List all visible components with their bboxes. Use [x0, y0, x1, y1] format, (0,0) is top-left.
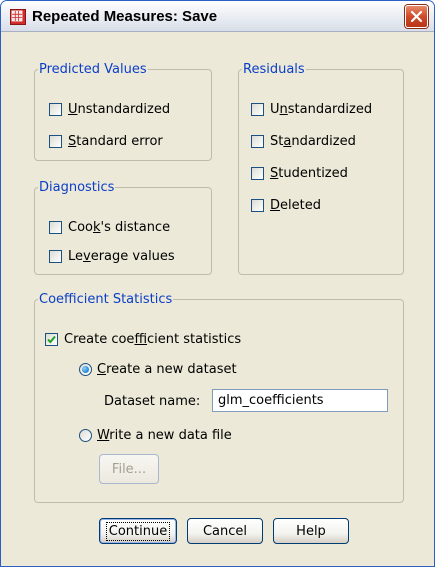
file-button[interactable]: File... — [99, 454, 159, 484]
close-icon — [410, 10, 423, 23]
residual-studentized-checkbox[interactable]: Studentized — [251, 163, 348, 183]
checkbox-box[interactable] — [49, 134, 62, 148]
predicted-unstandardized-label: Unstandardized — [68, 101, 171, 117]
residual-unstandardized-checkbox[interactable]: Unstandardized — [251, 99, 372, 119]
cooks-distance-label: Cook's distance — [68, 219, 171, 235]
checkbox-box[interactable] — [251, 198, 264, 212]
create-new-dataset-label: Create a new dataset — [97, 361, 237, 377]
data-grid-icon — [10, 9, 26, 25]
create-coefficient-statistics-checkbox[interactable]: Create coefficient statistics — [45, 329, 241, 349]
checkbox-box[interactable] — [251, 134, 264, 148]
dataset-name-label: Dataset name: — [104, 393, 201, 409]
checkbox-box[interactable] — [49, 102, 62, 116]
create-new-dataset-radio[interactable]: Create a new dataset — [79, 359, 237, 379]
residual-deleted-checkbox[interactable]: Deleted — [251, 195, 321, 215]
window-title: Repeated Measures: Save — [32, 8, 218, 25]
title-bar: Repeated Measures: Save — [1, 1, 434, 32]
residual-unstandardized-label: Unstandardized — [270, 101, 373, 117]
diagnostics-legend: Diagnostics — [39, 180, 115, 195]
write-new-data-file-radio[interactable]: Write a new data file — [79, 425, 232, 445]
predicted-standard-error-label: Standard error — [68, 133, 163, 149]
residual-studentized-label: Studentized — [270, 165, 348, 181]
radio-button[interactable] — [79, 428, 92, 442]
close-button[interactable] — [405, 5, 428, 28]
residual-deleted-label: Deleted — [270, 197, 321, 213]
coefficient-statistics-legend: Coefficient Statistics — [39, 292, 173, 307]
checkmark-icon — [47, 335, 56, 344]
radio-button[interactable] — [79, 362, 92, 376]
leverage-values-label: Leverage values — [68, 248, 175, 264]
radio-selected-dot — [82, 365, 89, 373]
leverage-values-checkbox[interactable]: Leverage values — [49, 246, 175, 266]
continue-button[interactable]: Continue — [99, 518, 177, 544]
checkbox-box[interactable] — [251, 102, 264, 116]
checkbox-box[interactable] — [45, 332, 58, 346]
checkbox-box[interactable] — [49, 249, 62, 263]
write-new-data-file-label: Write a new data file — [97, 427, 232, 443]
predicted-values-legend: Predicted Values — [39, 62, 147, 77]
residual-standardized-label: Standardized — [270, 133, 356, 149]
checkbox-box[interactable] — [49, 220, 62, 234]
residual-standardized-checkbox[interactable]: Standardized — [251, 131, 356, 151]
residuals-legend: Residuals — [243, 62, 305, 77]
cooks-distance-checkbox[interactable]: Cook's distance — [49, 217, 170, 237]
predicted-standard-error-checkbox[interactable]: Standard error — [49, 131, 163, 151]
checkbox-box[interactable] — [251, 166, 264, 180]
predicted-unstandardized-checkbox[interactable]: Unstandardized — [49, 99, 170, 119]
help-button[interactable]: Help — [273, 518, 349, 544]
cancel-button[interactable]: Cancel — [187, 518, 263, 544]
save-dialog: Repeated Measures: Save Predicted Values… — [0, 0, 435, 567]
create-coefficient-statistics-label: Create coefficient statistics — [64, 331, 242, 347]
continue-label: Continue — [105, 521, 171, 541]
dataset-name-input[interactable] — [212, 389, 388, 412]
